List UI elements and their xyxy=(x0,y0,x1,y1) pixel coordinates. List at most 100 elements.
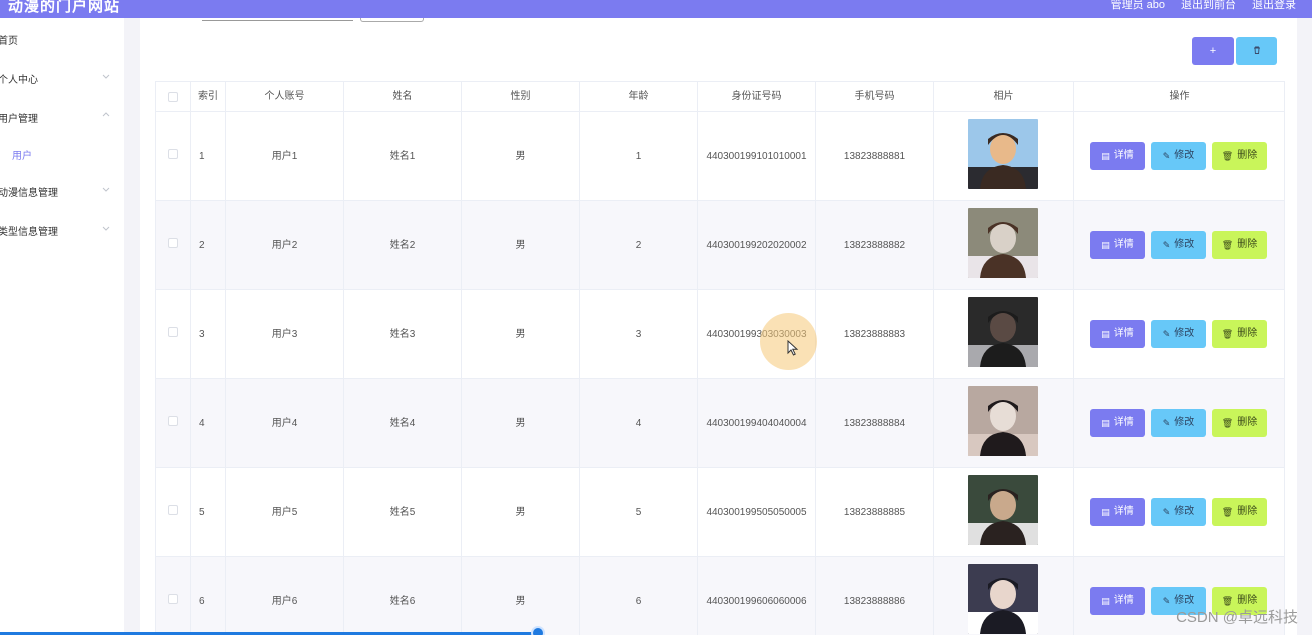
cell-name: 姓名5 xyxy=(344,468,462,557)
row-checkbox[interactable] xyxy=(168,238,178,248)
cell-photo xyxy=(934,379,1074,468)
chevron-up-icon xyxy=(102,111,110,119)
select-all-checkbox[interactable] xyxy=(168,92,178,102)
cell-account: 用户4 xyxy=(226,379,344,468)
detail-button[interactable]: ▤ 详情 xyxy=(1090,320,1145,348)
cell-actions: ▤ 详情 ✎ 修改 🗑 删除 xyxy=(1074,112,1285,201)
user-photo[interactable] xyxy=(968,119,1038,189)
column-header: 手机号码 xyxy=(816,82,934,112)
edit-button[interactable]: ✎ 修改 xyxy=(1151,320,1206,348)
pencil-icon: ✎ xyxy=(1162,329,1171,339)
delete-button[interactable]: 🗑 删除 xyxy=(1212,409,1267,437)
cell-age: 5 xyxy=(580,468,698,557)
sidebar-item-personal-center[interactable]: 个人中心 xyxy=(0,67,124,87)
cell-photo xyxy=(934,112,1074,201)
table-row: 1 用户1 姓名1 男 1 440300199101010001 13823888881 ▤ 详… xyxy=(156,112,1284,201)
edit-button[interactable]: ✎ 修改 xyxy=(1151,498,1206,526)
sidebar-item-anime-management[interactable]: 动漫信息管理 xyxy=(0,180,124,200)
edit-button[interactable]: ✎ 修改 xyxy=(1151,409,1206,437)
column-header: 操作 xyxy=(1169,91,1190,102)
column-header: 相片 xyxy=(934,82,1074,112)
search-button[interactable] xyxy=(360,18,424,22)
search-input[interactable] xyxy=(202,18,353,21)
cell-photo xyxy=(934,468,1074,557)
row-checkbox[interactable] xyxy=(168,149,178,159)
sidebar-subitem-label: 用户 xyxy=(12,151,32,162)
table-header: 索引 个人账号 姓名 性别 年龄 身份证号码 手机号码 相片 操作 xyxy=(156,82,1284,112)
row-checkbox[interactable] xyxy=(168,327,178,337)
cell-age: 3 xyxy=(580,290,698,379)
sidebar-item-label: 首页 xyxy=(0,36,18,47)
delete-button[interactable]: 🗑 删除 xyxy=(1212,320,1267,348)
cell-account: 用户3 xyxy=(226,290,344,379)
logout-link[interactable]: 退出登录 xyxy=(1252,0,1296,14)
cell-id-no: 440300199505050005 xyxy=(698,468,816,557)
mouse-cursor-icon xyxy=(787,339,799,359)
sidebar-item-type-management[interactable]: 类型信息管理 xyxy=(0,219,124,239)
detail-button[interactable]: ▤ 详情 xyxy=(1090,498,1145,526)
back-to-front-link[interactable]: 退出到前台 xyxy=(1181,0,1236,14)
row-checkbox[interactable] xyxy=(168,416,178,426)
cell-photo xyxy=(934,201,1074,290)
delete-button[interactable]: 🗑 删除 xyxy=(1212,231,1267,259)
cell-age: 1 xyxy=(580,112,698,201)
top-bar: 动漫的门户网站 管理员 abo 退出到前台 退出登录 xyxy=(0,0,1312,18)
delete-button-label: 删除 xyxy=(1237,239,1258,250)
cell-phone: 13823888882 xyxy=(816,201,934,290)
delete-button-label: 删除 xyxy=(1237,328,1258,339)
delete-button[interactable]: 🗑 删除 xyxy=(1212,498,1267,526)
pencil-icon: ✎ xyxy=(1162,507,1171,517)
select-cell xyxy=(156,290,191,379)
batch-delete-button[interactable] xyxy=(1236,37,1277,65)
pencil-icon: ✎ xyxy=(1162,151,1171,161)
cell-actions: ▤ 详情 ✎ 修改 🗑 删除 xyxy=(1074,201,1285,290)
user-photo[interactable] xyxy=(968,208,1038,278)
sidebar-item-user-management[interactable]: 用户管理 xyxy=(0,106,124,126)
cell-name: 姓名3 xyxy=(344,290,462,379)
select-cell xyxy=(156,379,191,468)
sidebar-subitem-users[interactable]: 用户 xyxy=(0,143,124,163)
cell-index: 5 xyxy=(191,468,226,557)
header-actions: 管理员 abo 退出到前台 退出登录 xyxy=(1111,0,1296,14)
detail-button-label: 详情 xyxy=(1113,150,1134,161)
edit-button-label: 修改 xyxy=(1174,150,1195,161)
sidebar-item-home[interactable]: 首页 xyxy=(0,28,124,48)
pencil-icon: ✎ xyxy=(1162,240,1171,250)
user-photo[interactable] xyxy=(968,564,1038,634)
trash-icon: 🗑 xyxy=(1221,329,1234,339)
column-header: 索引 xyxy=(191,82,226,112)
chevron-down-icon xyxy=(102,224,110,232)
detail-button[interactable]: ▤ 详情 xyxy=(1090,587,1145,615)
detail-button[interactable]: ▤ 详情 xyxy=(1090,409,1145,437)
user-photo[interactable] xyxy=(968,386,1038,456)
cell-account: 用户5 xyxy=(226,468,344,557)
cell-account: 用户6 xyxy=(226,557,344,635)
detail-button-label: 详情 xyxy=(1113,506,1134,517)
detail-button[interactable]: ▤ 详情 xyxy=(1090,231,1145,259)
user-photo[interactable] xyxy=(968,297,1038,367)
edit-button[interactable]: ✎ 修改 xyxy=(1151,231,1206,259)
edit-button-label: 修改 xyxy=(1174,328,1195,339)
row-checkbox[interactable] xyxy=(168,594,178,604)
table-row: 6 用户6 姓名6 男 6 440300199606060006 13823888886 ▤ 详… xyxy=(156,557,1284,635)
edit-button-label: 修改 xyxy=(1174,239,1195,250)
cell-gender: 男 xyxy=(462,468,580,557)
cell-index: 3 xyxy=(191,290,226,379)
document-icon: ▤ xyxy=(1101,329,1110,339)
cell-phone: 13823888883 xyxy=(816,290,934,379)
edit-button[interactable]: ✎ 修改 xyxy=(1151,142,1206,170)
row-checkbox[interactable] xyxy=(168,505,178,515)
detail-button[interactable]: ▤ 详情 xyxy=(1090,142,1145,170)
scrollbar-handle[interactable] xyxy=(531,626,545,635)
cell-gender: 男 xyxy=(462,201,580,290)
cell-age: 2 xyxy=(580,201,698,290)
cell-age: 4 xyxy=(580,379,698,468)
user-photo[interactable] xyxy=(968,475,1038,545)
sidebar-item-label: 动漫信息管理 xyxy=(0,188,58,199)
cell-index: 4 xyxy=(191,379,226,468)
table-body: 1 用户1 姓名1 男 1 440300199101010001 13823888881 ▤ 详… xyxy=(156,112,1284,635)
detail-button-label: 详情 xyxy=(1113,417,1134,428)
add-button[interactable]: + xyxy=(1192,37,1234,65)
delete-button[interactable]: 🗑 删除 xyxy=(1212,142,1267,170)
cell-index: 6 xyxy=(191,557,226,635)
